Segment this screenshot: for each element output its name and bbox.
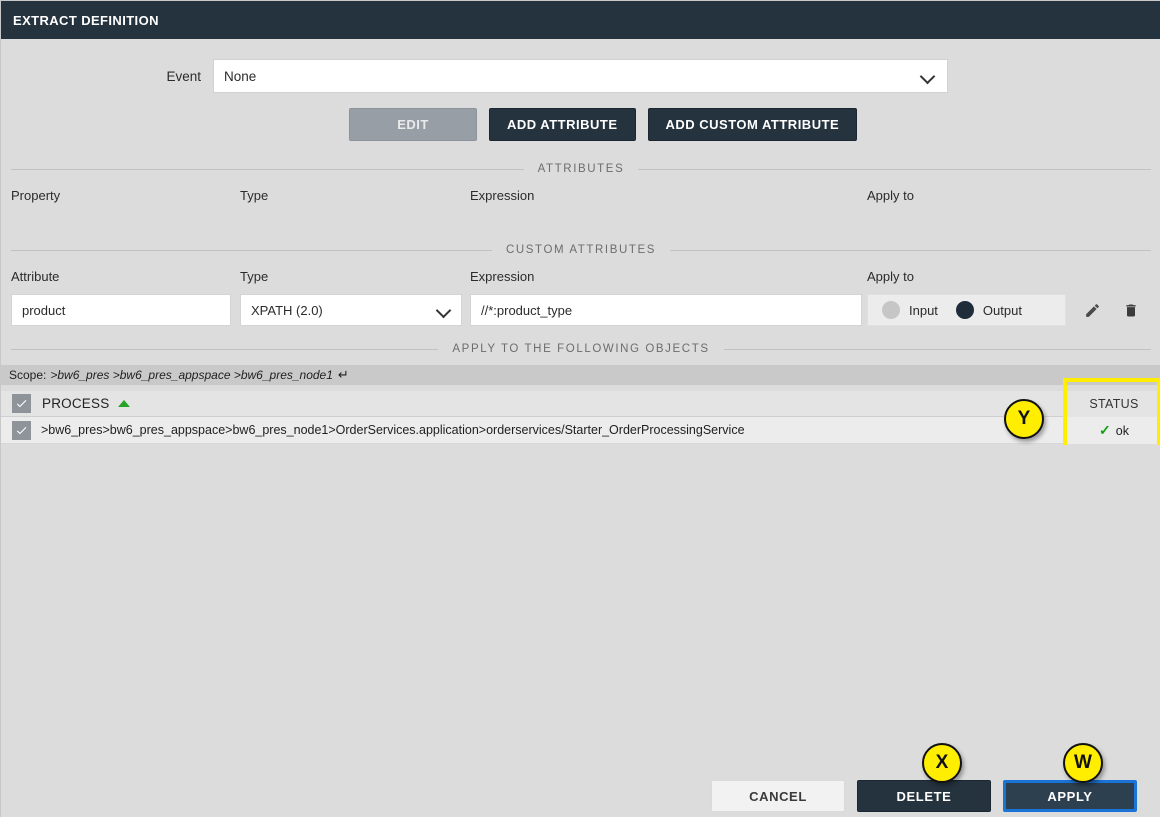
divider-line-right-2 bbox=[670, 249, 1151, 251]
attributes-col-type: Type bbox=[240, 188, 269, 203]
dialog-footer: CANCEL DELETE APPLY bbox=[1, 774, 1160, 817]
divider-line-right-3 bbox=[723, 348, 1151, 350]
radio-input[interactable] bbox=[882, 301, 900, 319]
apply-to-objects-caption: APPLY TO THE FOLLOWING OBJECTS bbox=[452, 343, 710, 355]
divider-line-left bbox=[11, 168, 524, 170]
apply-button[interactable]: APPLY bbox=[1003, 780, 1137, 812]
scope-label: Scope: bbox=[9, 368, 47, 382]
table-row[interactable]: >bw6_pres>bw6_pres_appspace>bw6_pres_nod… bbox=[1, 417, 1160, 444]
scope-bar: Scope: >bw6_pres >bw6_pres_appspace >bw6… bbox=[1, 365, 1160, 385]
event-label: Event bbox=[166, 68, 201, 84]
custom-attribute-type-select[interactable]: XPATH (2.0) bbox=[240, 294, 462, 326]
custom-attribute-applyto-group: Input Output bbox=[867, 294, 1066, 326]
attributes-section-caption: ATTRIBUTES bbox=[537, 163, 625, 175]
pencil-icon bbox=[1085, 303, 1099, 317]
divider-line-left-3 bbox=[11, 348, 439, 350]
custom-col-applyto: Apply to bbox=[867, 269, 914, 284]
attributes-column-headers: Property Type Expression Apply to bbox=[1, 188, 1160, 210]
objects-table-header: PROCESS bbox=[1, 391, 1160, 417]
radio-input-label: Input bbox=[909, 302, 938, 318]
radio-output-label: Output bbox=[982, 302, 1022, 318]
trash-icon bbox=[1126, 304, 1136, 316]
annotation-badge-y: Y bbox=[1004, 399, 1044, 439]
delete-custom-attribute-button[interactable] bbox=[1114, 294, 1148, 326]
custom-attribute-row: product XPATH (2.0) //*:product_type Inp… bbox=[1, 294, 1160, 326]
dialog-titlebar: EXTRACT DEFINITION bbox=[1, 1, 1160, 39]
objects-table-empty-area bbox=[1, 445, 1160, 774]
chevron-down-icon bbox=[921, 69, 935, 83]
annotation-badge-x: X bbox=[922, 743, 962, 783]
custom-attributes-section-caption: CUSTOM ATTRIBUTES bbox=[505, 244, 657, 256]
row-checkbox[interactable] bbox=[12, 420, 31, 440]
objects-table-col-status: STATUS bbox=[1067, 391, 1160, 417]
custom-col-type: Type bbox=[240, 269, 269, 284]
custom-attribute-type-value: XPATH (2.0) bbox=[251, 302, 323, 318]
event-select-value: None bbox=[224, 68, 257, 84]
annotation-badge-w: W bbox=[1063, 743, 1103, 783]
custom-col-expression: Expression bbox=[470, 269, 535, 284]
apply-to-objects-section-divider: APPLY TO THE FOLLOWING OBJECTS bbox=[1, 339, 1160, 359]
custom-attribute-expression-input[interactable]: //*:product_type bbox=[470, 294, 862, 326]
row-process-path: >bw6_pres>bw6_pres_appspace>bw6_pres_nod… bbox=[41, 423, 745, 437]
divider-line-right bbox=[638, 168, 1151, 170]
custom-attributes-section-divider: CUSTOM ATTRIBUTES bbox=[1, 240, 1160, 260]
attributes-section-divider: ATTRIBUTES bbox=[1, 159, 1160, 179]
event-select[interactable]: None bbox=[213, 59, 948, 93]
sort-ascending-icon[interactable] bbox=[118, 400, 131, 407]
divider-line-left-2 bbox=[11, 249, 492, 251]
event-row: Event None bbox=[1, 59, 1160, 93]
objects-table-col-process: PROCESS bbox=[42, 396, 110, 411]
dialog-body: Event None EDIT ADD ATTRIBUTE ADD CUSTOM… bbox=[1, 39, 1160, 774]
edit-custom-attribute-button[interactable] bbox=[1075, 294, 1109, 326]
row-status-cell: ✓ ok bbox=[1067, 417, 1160, 444]
dialog-title: EXTRACT DEFINITION bbox=[13, 12, 159, 28]
check-icon bbox=[16, 426, 27, 434]
scope-return-icon[interactable]: ↵ bbox=[338, 367, 349, 383]
attributes-col-property: Property bbox=[11, 188, 61, 203]
extract-definition-dialog: EXTRACT DEFINITION Event None EDIT ADD A… bbox=[0, 0, 1160, 817]
delete-button[interactable]: DELETE bbox=[857, 780, 991, 812]
custom-attributes-column-headers: Attribute Type Expression Apply to bbox=[1, 269, 1160, 291]
select-all-checkbox[interactable] bbox=[12, 394, 31, 413]
row-status-text: ok bbox=[1115, 423, 1129, 438]
check-icon: ✓ bbox=[1099, 422, 1111, 438]
add-attribute-button[interactable]: ADD ATTRIBUTE bbox=[489, 107, 636, 141]
custom-col-attribute: Attribute bbox=[11, 269, 60, 284]
radio-output[interactable] bbox=[955, 301, 974, 319]
check-icon bbox=[16, 400, 27, 408]
attribute-actions-toolbar: EDIT ADD ATTRIBUTE ADD CUSTOM ATTRIBUTE bbox=[1, 107, 1160, 141]
attributes-col-applyto: Apply to bbox=[867, 188, 914, 203]
edit-button[interactable]: EDIT bbox=[349, 107, 477, 141]
chevron-down-icon bbox=[437, 303, 451, 317]
custom-attribute-name-input[interactable]: product bbox=[11, 294, 231, 326]
scope-path: >bw6_pres >bw6_pres_appspace >bw6_pres_n… bbox=[50, 368, 333, 382]
attributes-col-expression: Expression bbox=[470, 188, 535, 203]
cancel-button[interactable]: CANCEL bbox=[711, 780, 845, 812]
add-custom-attribute-button[interactable]: ADD CUSTOM ATTRIBUTE bbox=[647, 107, 858, 141]
